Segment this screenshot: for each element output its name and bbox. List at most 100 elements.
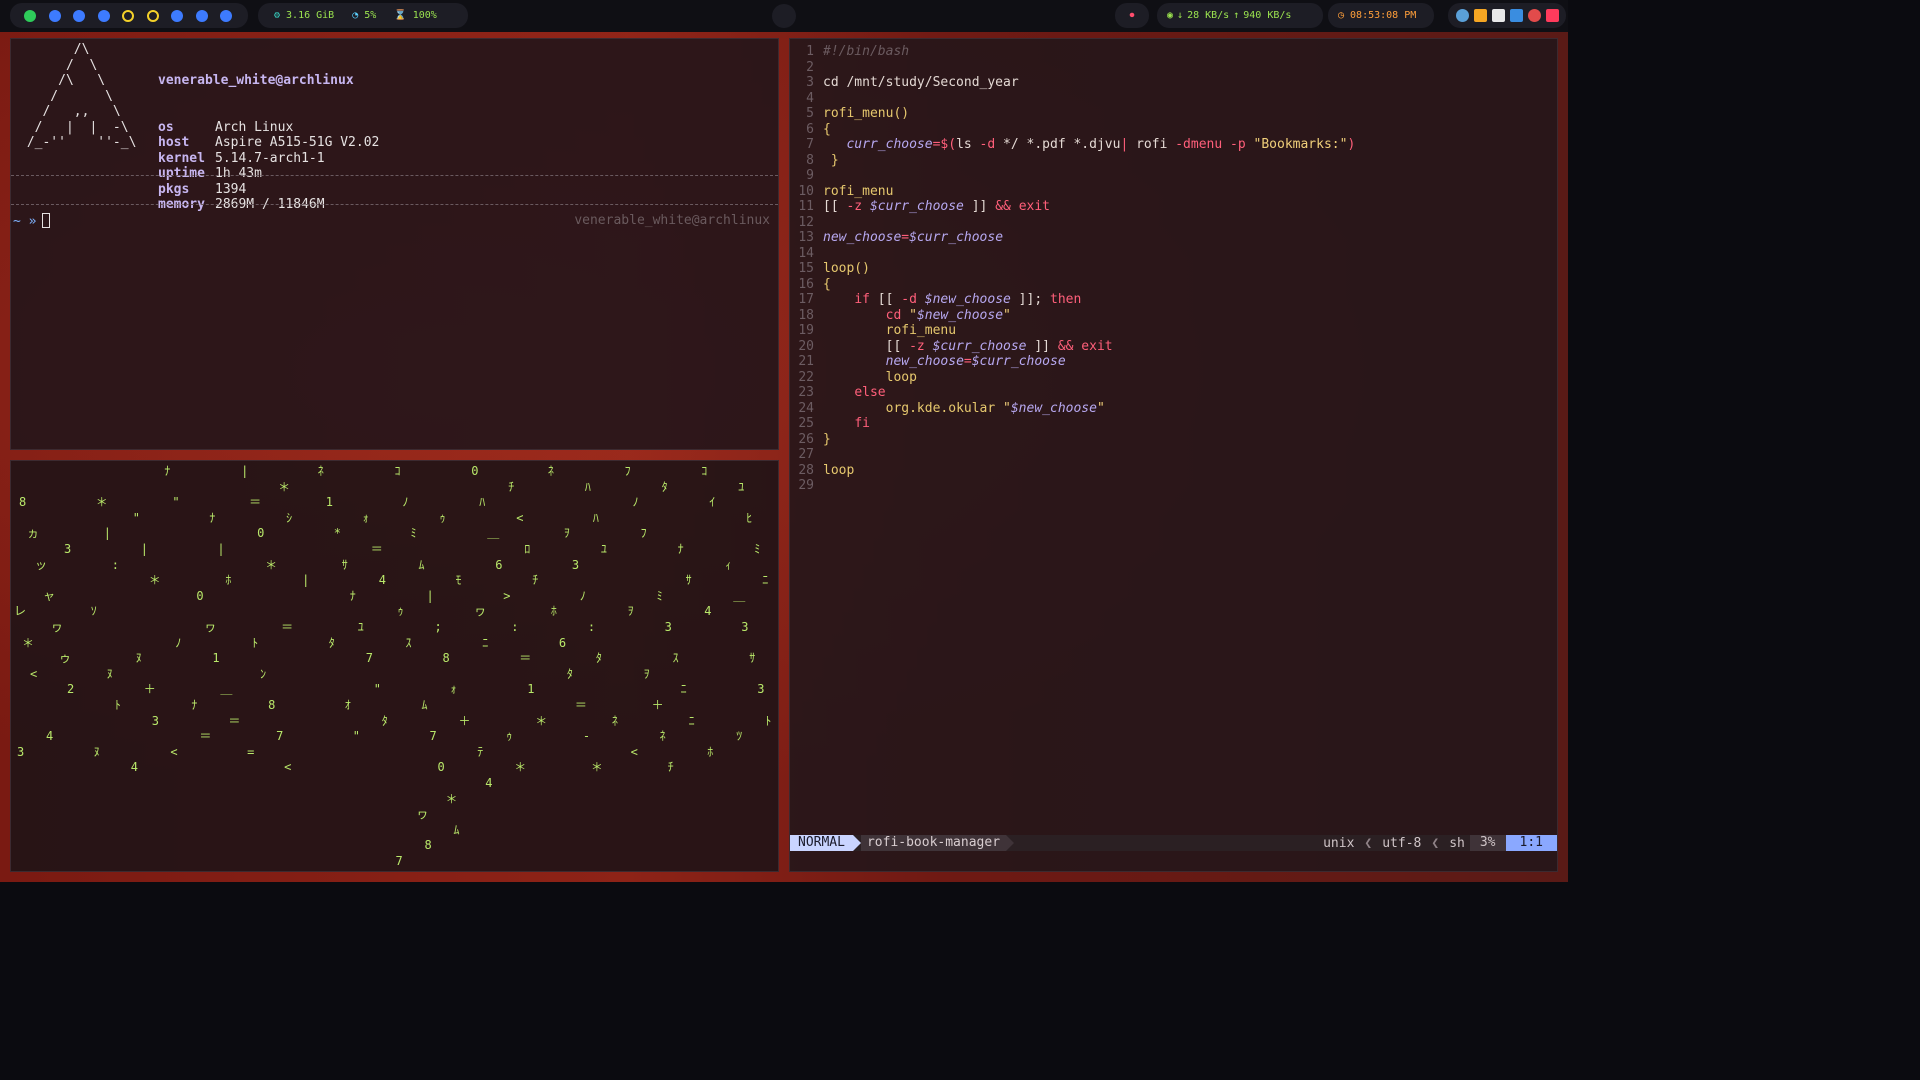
matrix-glyph: ＝ xyxy=(519,651,532,666)
terminal-matrix[interactable]: 8 ヵ 3 ッャレヮ＊ゥ <2 4 3 ＊ " | |: ＊ｿﾇﾇ＋ﾄ 3 ﾇ 4 ﾅ " ﾅ | ﾎ 0 ヮﾉ 1 ＿ ﾅ＝＝… xyxy=(10,460,779,872)
code-token: " xyxy=(909,307,917,323)
code-token: rofi xyxy=(1128,137,1176,152)
code-token: loop xyxy=(823,462,855,478)
matrix-glyph: : xyxy=(111,557,119,572)
code-line: 21 new_choose=$curr_choose xyxy=(790,354,1557,370)
recording-indicator[interactable]: ⏺ xyxy=(1115,3,1149,28)
line-number: 4 xyxy=(806,90,814,106)
line-number: 2 xyxy=(806,59,814,75)
code-line: 3 cd /mnt/study/Second_year xyxy=(790,75,1557,91)
matrix-glyph: ゥ xyxy=(59,651,72,666)
ascii-line: / | | -\ xyxy=(19,119,129,135)
battery-widget[interactable]: ⌛ 100% xyxy=(394,10,437,21)
record-icon: ⏺ xyxy=(1129,10,1135,21)
workspace-9-indicator[interactable] xyxy=(220,9,232,22)
info-value: Arch Linux xyxy=(215,119,294,135)
line-text: curr_choose=$(ls -d */ *.pdf *.djvu| rof… xyxy=(814,137,1355,153)
shell-prompt[interactable]: ~ » xyxy=(13,213,51,230)
info-key: host xyxy=(158,135,190,150)
matrix-glyph: ﾄ xyxy=(114,698,121,712)
matrix-glyph: < xyxy=(630,744,638,759)
clipboard-tray-icon[interactable] xyxy=(1492,9,1505,22)
line-number: 10 xyxy=(798,183,814,199)
code-token: $new_choose xyxy=(916,307,1004,323)
cpu-value: 5% xyxy=(364,10,377,21)
chevron-left-icon: ❮ xyxy=(1431,835,1440,851)
line-number: 28 xyxy=(798,462,814,478)
code-token: loop xyxy=(885,369,917,385)
matrix-glyph: ＝ xyxy=(249,495,262,510)
notes-tray-icon[interactable] xyxy=(1474,9,1487,22)
workspace-7-indicator[interactable] xyxy=(171,9,183,22)
mail-tray-icon[interactable] xyxy=(1528,9,1541,22)
matrix-glyph: ＊ xyxy=(22,635,35,650)
matrix-glyph: 6 xyxy=(558,635,567,650)
workspace-8-indicator[interactable] xyxy=(195,9,208,22)
vim-statusline: NORMAL rofi-book-manager unix ❮ utf-8 ❮ … xyxy=(790,835,1557,851)
vim-editor[interactable]: 1 #!/bin/bash 2 3 cd /mnt/study/Second_year 4… xyxy=(789,38,1558,872)
matrix-glyph: ﾈ xyxy=(611,713,618,728)
workspace-5-indicator[interactable] xyxy=(122,9,134,22)
system-info: venerable_white@archlinux os Arch Linux ho… xyxy=(158,42,379,244)
ascii-line: /_-'' ''-_\ xyxy=(19,135,137,150)
matrix-glyph: ﾅ xyxy=(677,542,684,556)
matrix-glyph: 3 xyxy=(17,744,25,759)
matrix-glyph: 3 xyxy=(64,542,72,556)
workspace-2-indicator[interactable] xyxy=(48,9,61,22)
code-line: 14 xyxy=(790,246,1557,262)
workspace-6-indicator[interactable] xyxy=(146,9,159,22)
arch-logo-ascii: /\ / \ /\ \ / \ / ,, \ / | | -\ /_-'' ''… xyxy=(19,42,137,151)
network-widget[interactable]: ◉ ↓ 28 KB/s ↑ 940 KB/s xyxy=(1157,3,1323,28)
terminal-neofetch[interactable]: /\ / \ /\ \ / \ / ,, \ / | | -\ /_-'' ''… xyxy=(10,38,779,450)
cpu-widget[interactable]: ◔ 5% xyxy=(352,10,376,21)
globe-tray-icon[interactable] xyxy=(1456,9,1469,22)
matrix-glyph: ﾆ xyxy=(688,713,695,728)
code-buffer[interactable]: 1 #!/bin/bash 2 3 cd /mnt/study/Second_year 4… xyxy=(790,44,1557,494)
workspace-3-indicator[interactable] xyxy=(73,9,85,22)
clock-widget[interactable]: ◷ 08:53:08 PM xyxy=(1328,3,1434,28)
code-line: 6{ xyxy=(790,122,1557,138)
matrix-glyph: ｫ xyxy=(362,510,369,525)
top-bar: ⚙ 3.16 GiB ◔ 5% ⌛ 100% ⏺ ◉ ↓ 28 KB/s ↑ 9… xyxy=(0,0,1568,32)
code-token: org.kde.okular xyxy=(885,400,996,416)
matrix-glyph: " xyxy=(352,729,361,744)
prompt-symbol: ~ » xyxy=(13,214,37,229)
matrix-glyph: ＊ xyxy=(148,573,161,588)
matrix-glyph: 4 xyxy=(46,729,54,744)
matrix-glyph: 0 xyxy=(257,526,265,541)
matrix-glyph: ｺ xyxy=(701,464,708,478)
screenshot-tray-icon[interactable] xyxy=(1510,9,1523,22)
code-token: exit xyxy=(1081,338,1113,354)
code-token: } xyxy=(823,431,831,447)
matrix-glyph: ﾛ xyxy=(524,542,531,556)
gift-tray-icon[interactable] xyxy=(1546,9,1559,22)
matrix-glyph: ﾇ xyxy=(106,666,113,681)
line-number: 21 xyxy=(798,354,814,369)
line-text: else xyxy=(814,385,885,401)
workspace-4-indicator[interactable] xyxy=(97,9,110,22)
matrix-glyph: ｦ xyxy=(643,666,650,681)
matrix-glyph: 8 xyxy=(19,495,27,510)
center-launcher-button[interactable] xyxy=(772,4,796,28)
matrix-glyph: < xyxy=(516,510,524,525)
matrix-glyph: ﾑ xyxy=(453,822,460,837)
code-line: 11[[ -z $curr_choose ]] && exit xyxy=(790,199,1557,215)
workspace-1-indicator[interactable] xyxy=(24,9,36,22)
code-token: " xyxy=(1003,400,1011,416)
code-token: -d xyxy=(901,292,917,307)
code-token: $new_choose xyxy=(1010,400,1097,416)
code-token: -z xyxy=(846,199,863,214)
matrix-glyph: " xyxy=(132,510,140,525)
ascii-line: /\ \ xyxy=(19,73,106,88)
code-token: = xyxy=(963,354,972,369)
cursor-position: 1:1 xyxy=(1505,835,1557,851)
code-token: new_choose xyxy=(885,354,964,369)
matrix-glyph: ＝ xyxy=(281,620,294,634)
matrix-glyph: < xyxy=(30,666,38,681)
line-text: [[ -z $curr_choose ]] && exit xyxy=(814,199,1050,215)
matrix-glyph: ﾑ xyxy=(421,698,428,712)
memory-widget[interactable]: ⚙ 3.16 GiB xyxy=(274,10,334,21)
